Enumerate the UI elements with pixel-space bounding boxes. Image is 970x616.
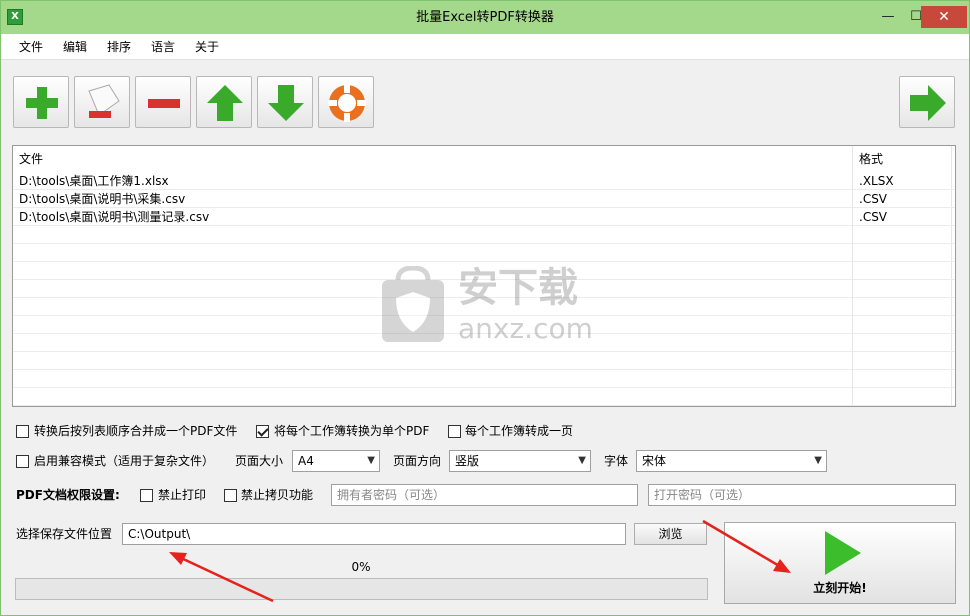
one-page-checkbox[interactable] xyxy=(448,425,461,438)
page-size-select[interactable]: A4 ▼ xyxy=(292,450,380,472)
owner-password-input[interactable]: 拥有者密码（可选） xyxy=(331,484,638,506)
remove-page-icon xyxy=(88,84,120,118)
arrow-down-icon xyxy=(268,85,304,121)
move-down-button[interactable] xyxy=(257,76,313,128)
watermark: 安下载 anxz.com xyxy=(378,266,608,346)
start-button[interactable]: 立刻开始! xyxy=(724,522,956,604)
open-password-input[interactable]: 打开密码（可选） xyxy=(648,484,956,506)
orientation-value: 竖版 xyxy=(455,454,480,468)
chevron-down-icon: ▼ xyxy=(814,455,822,466)
list-header: 文件 格式 xyxy=(13,150,955,170)
file-path: D:\tools\桌面\工作簿1.xlsx xyxy=(19,174,169,188)
help-button[interactable] xyxy=(318,76,374,128)
empty-row xyxy=(13,388,955,406)
file-format: .XLSX xyxy=(859,174,894,188)
merge-checkbox[interactable] xyxy=(16,425,29,438)
lifebuoy-icon xyxy=(328,84,366,122)
watermark-cn: 安下载 xyxy=(458,265,578,311)
window-title: 批量Excel转PDF转换器 xyxy=(416,10,554,25)
empty-row xyxy=(13,352,955,370)
merge-label: 转换后按列表顺序合并成一个PDF文件 xyxy=(34,424,238,438)
arrow-right-icon xyxy=(910,85,946,121)
no-print-label: 禁止打印 xyxy=(158,488,207,502)
permissions-title: PDF文档权限设置: xyxy=(16,488,120,502)
page-size-value: A4 xyxy=(298,454,314,468)
next-button[interactable] xyxy=(899,76,955,128)
column-header-format[interactable]: 格式 xyxy=(853,150,883,168)
one-page-label: 每个工作簿转成一页 xyxy=(465,424,574,438)
output-label: 选择保存文件位置 xyxy=(16,527,113,541)
menu-about[interactable]: 关于 xyxy=(195,34,219,60)
menu-file[interactable]: 文件 xyxy=(19,34,43,60)
remove-file-button[interactable] xyxy=(74,76,130,128)
file-format: .CSV xyxy=(859,192,888,206)
compat-checkbox[interactable] xyxy=(16,455,29,468)
add-file-button[interactable] xyxy=(13,76,69,128)
minus-icon xyxy=(148,99,180,108)
no-print-checkbox[interactable] xyxy=(140,489,153,502)
chevron-down-icon: ▼ xyxy=(367,455,375,466)
file-path: D:\tools\桌面\说明书\采集.csv xyxy=(19,192,186,206)
menu-edit[interactable]: 编辑 xyxy=(63,34,87,60)
title-bar[interactable]: X 批量Excel转PDF转换器 — ☐ ✕ xyxy=(1,1,969,34)
arrow-up-icon xyxy=(207,85,243,121)
page-size-label: 页面大小 xyxy=(235,454,284,468)
watermark-en: anxz.com xyxy=(458,312,593,345)
menu-language[interactable]: 语言 xyxy=(151,34,175,60)
move-up-button[interactable] xyxy=(196,76,252,128)
no-copy-checkbox[interactable] xyxy=(224,489,237,502)
close-button[interactable]: ✕ xyxy=(921,6,967,28)
column-header-file[interactable]: 文件 xyxy=(13,150,43,168)
minimize-button[interactable]: — xyxy=(873,5,903,29)
empty-row xyxy=(13,370,955,388)
progress-bar xyxy=(15,578,708,600)
plus-icon xyxy=(26,87,58,119)
start-label: 立刻开始! xyxy=(813,581,867,595)
font-label: 字体 xyxy=(604,454,629,468)
app-window: X 批量Excel转PDF转换器 — ☐ ✕ 文件 编辑 排序 语言 关于 文件… xyxy=(0,0,970,616)
orientation-label: 页面方向 xyxy=(393,454,442,468)
font-select[interactable]: 宋体 ▼ xyxy=(636,450,827,472)
compat-label: 启用兼容模式（适用于复杂文件） xyxy=(34,454,215,468)
font-value: 宋体 xyxy=(642,454,667,468)
per-workbook-checkbox[interactable] xyxy=(256,425,269,438)
menu-bar: 文件 编辑 排序 语言 关于 xyxy=(1,34,969,60)
table-row[interactable]: D:\tools\桌面\说明书\采集.csv .CSV xyxy=(13,190,955,208)
empty-row xyxy=(13,244,955,262)
clear-list-button[interactable] xyxy=(135,76,191,128)
empty-row xyxy=(13,226,955,244)
table-row[interactable]: D:\tools\桌面\工作簿1.xlsx .XLSX xyxy=(13,172,955,190)
orientation-select[interactable]: 竖版 ▼ xyxy=(449,450,591,472)
progress-percent: 0% xyxy=(351,560,371,574)
output-path-input[interactable]: C:\Output\ xyxy=(122,523,626,545)
file-path: D:\tools\桌面\说明书\测量记录.csv xyxy=(19,210,210,224)
file-list[interactable]: 文件 格式 D:\tools\桌面\工作簿1.xlsx .XLSX D:\too… xyxy=(12,145,956,407)
menu-sort[interactable]: 排序 xyxy=(107,34,131,60)
no-copy-label: 禁止拷贝功能 xyxy=(241,488,314,502)
table-row[interactable]: D:\tools\桌面\说明书\测量记录.csv .CSV xyxy=(13,208,955,226)
shield-bag-icon xyxy=(382,266,444,342)
play-icon xyxy=(825,531,861,575)
file-format: .CSV xyxy=(859,210,888,224)
chevron-down-icon: ▼ xyxy=(578,455,586,466)
per-workbook-label: 将每个工作簿转换为单个PDF xyxy=(274,424,430,438)
browse-button[interactable]: 浏览 xyxy=(634,523,707,545)
